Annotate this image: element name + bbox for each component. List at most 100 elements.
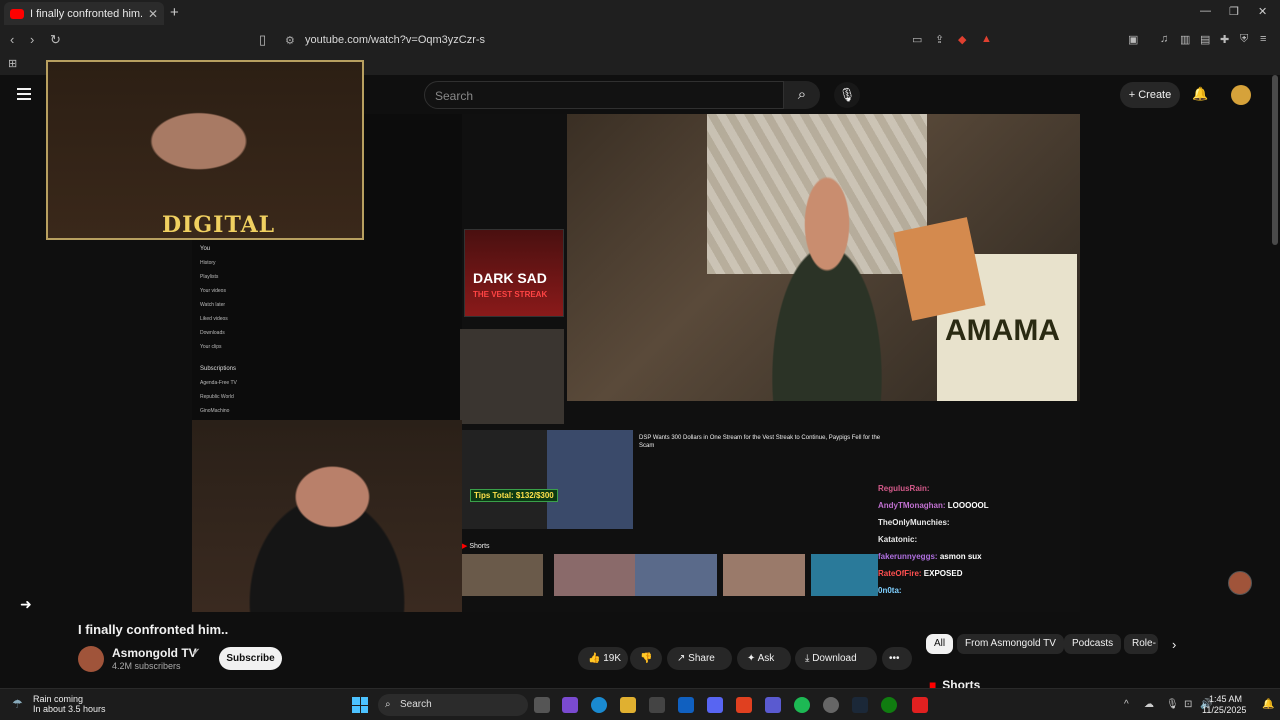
verified-badge-icon: ✔ — [192, 647, 201, 658]
share-button[interactable]: ↗ Share — [667, 647, 732, 670]
clock-date: 11/25/2025 — [1202, 705, 1247, 715]
menu-icon[interactable]: ≡ — [1260, 33, 1266, 45]
weather-widget[interactable]: Rain coming In about 3.5 hours — [33, 694, 106, 714]
settings-icon[interactable] — [823, 697, 839, 713]
wallet-icon[interactable]: ▣ — [1128, 33, 1138, 46]
site-info-icon[interactable]: ⚙ — [285, 34, 295, 47]
subscribe-button[interactable]: Subscribe — [219, 647, 282, 670]
notifications-bell-icon[interactable]: 🔔 — [1192, 86, 1208, 102]
stream-chat: RegulusRain: AndyTMonaghan: LOOOOOL TheO… — [878, 480, 1078, 599]
spotify-icon[interactable] — [794, 697, 810, 713]
chat-username: RegulusRain: — [878, 484, 930, 493]
shields-icon[interactable]: ◆ — [958, 33, 966, 46]
minimize-icon[interactable]: — — [1200, 5, 1211, 17]
close-tab-icon[interactable]: ✕ — [148, 7, 158, 21]
windows-start-icon[interactable] — [352, 697, 368, 713]
microphone-icon[interactable]: 🎙 — [834, 82, 860, 108]
chat-line: 0n0ta: — [878, 582, 1078, 599]
forward-icon[interactable]: › — [30, 32, 34, 47]
app-icon[interactable] — [912, 697, 928, 713]
browser-tab[interactable]: I finally confronted him... - YouTube ✕ — [4, 2, 164, 25]
chat-username: 0n0ta: — [878, 586, 902, 595]
floating-avatar[interactable] — [1228, 571, 1252, 595]
cast-icon[interactable]: ▭ — [912, 33, 922, 46]
embedded-shorts-label: Shorts — [462, 542, 489, 550]
network-icon[interactable]: ⊡ — [1184, 699, 1192, 710]
embedded-short-thumb — [461, 554, 543, 596]
page-scrollbar[interactable] — [1272, 75, 1278, 245]
taskbar-search[interactable]: Search — [378, 694, 528, 716]
dislike-button[interactable]: 👎 — [630, 647, 662, 670]
create-button[interactable]: + Create — [1120, 82, 1180, 108]
guide-menu-icon[interactable] — [17, 88, 31, 100]
more-actions-button[interactable]: ••• — [882, 647, 912, 670]
store-icon[interactable] — [649, 697, 665, 713]
embedded-thumbnail-tips — [461, 430, 633, 529]
mouse-cursor-icon: ➜ — [20, 596, 32, 612]
search-input[interactable]: Search — [424, 81, 784, 109]
copilot-icon[interactable] — [562, 697, 578, 713]
xbox-icon[interactable] — [881, 697, 897, 713]
extensions-icon[interactable]: ✚ — [1220, 33, 1229, 46]
address-bar[interactable]: ⚙ youtube.com/watch?v=Oqm3yzCzr-s — [255, 29, 1025, 51]
channel-avatar[interactable] — [78, 646, 104, 672]
notifications-icon[interactable]: 🔔 — [1262, 699, 1274, 710]
ask-label: Ask — [757, 653, 775, 664]
chip-all[interactable]: All — [926, 634, 954, 654]
leo-icon[interactable]: ▤ — [1200, 33, 1210, 46]
rewards-icon[interactable]: ▲ — [981, 33, 992, 45]
edge-icon[interactable] — [591, 697, 607, 713]
reload-icon[interactable]: ↻ — [50, 32, 61, 48]
vpn-icon[interactable]: ⛨ — [1240, 33, 1248, 46]
back-icon[interactable]: ‹ — [10, 32, 14, 47]
apps-grid-icon[interactable]: ⊞ — [8, 57, 17, 70]
chat-line: RegulusRain: — [878, 480, 1078, 497]
channel-name[interactable]: Asmongold TV — [112, 646, 197, 660]
account-avatar[interactable] — [1231, 85, 1251, 105]
search-icon[interactable]: ⌕ — [784, 81, 820, 109]
brave-icon[interactable] — [736, 697, 752, 713]
cloud-icon[interactable]: ☁ — [1144, 699, 1154, 710]
thumb-text: DARK SAD — [473, 270, 547, 286]
download-button[interactable]: ⤓ Download — [795, 647, 877, 670]
chat-line: fakerunnyeggs: asmon sux — [878, 548, 1078, 565]
overlay-brand-text: DIGITAL — [162, 212, 276, 238]
chat-username: RateOfFire: — [878, 569, 922, 578]
embedded-sidebar-item: Liked videos — [200, 316, 228, 322]
embedded-you-heading: You — [200, 246, 211, 252]
teams-icon[interactable] — [765, 697, 781, 713]
chat-message: LOOOOOL — [947, 501, 989, 510]
tray-chevron-icon[interactable]: ^ — [1124, 699, 1129, 710]
embedded-short-thumb — [554, 554, 636, 596]
file-explorer-icon[interactable] — [620, 697, 636, 713]
ask-button[interactable]: ✦ Ask — [737, 647, 791, 670]
outlook-icon[interactable] — [678, 697, 694, 713]
chevron-right-icon[interactable]: › — [1172, 637, 1176, 652]
chip-role[interactable]: Role- — [1124, 634, 1158, 654]
weather-icon[interactable]: ☂ — [12, 697, 23, 711]
tab-title: I finally confronted him... - YouTube — [30, 7, 142, 20]
discord-icon[interactable] — [707, 697, 723, 713]
chip-from-channel[interactable]: From Asmongold TV — [957, 634, 1064, 654]
new-tab-button[interactable]: + — [170, 4, 179, 21]
browser-toolbar: ‹ › ↻ ▯ ⚙ youtube.com/watch?v=Oqm3yzCzr-… — [0, 27, 1280, 53]
chat-line: Katatonic: — [878, 531, 1078, 548]
chat-message: asmon sux — [939, 552, 982, 561]
mic-tray-icon[interactable]: 🎙 — [1166, 699, 1179, 710]
close-window-icon[interactable]: ✕ — [1258, 5, 1267, 18]
chip-podcasts[interactable]: Podcasts — [1064, 634, 1122, 654]
sidebar-icon[interactable]: ▥ — [1180, 33, 1190, 46]
like-button[interactable]: 👍 19K — [578, 647, 628, 670]
browser-tab-bar: I finally confronted him... - YouTube ✕ … — [0, 0, 1280, 27]
embedded-thumbnail-2 — [460, 329, 564, 424]
thumb-subtext: THE VEST STREAK — [473, 290, 548, 299]
embedded-sub-item: Republic World — [200, 394, 234, 400]
task-view-icon[interactable] — [534, 697, 550, 713]
share-page-icon[interactable]: ⇪ — [935, 33, 944, 46]
clock[interactable]: 1:45 AM 11/25/2025 — [1202, 694, 1247, 716]
youtube-favicon-icon — [10, 8, 24, 19]
steam-icon[interactable] — [852, 697, 868, 713]
maximize-icon[interactable]: ❐ — [1229, 5, 1239, 18]
media-icon[interactable]: ♫ — [1160, 33, 1168, 45]
chat-username: fakerunnyeggs: — [878, 552, 938, 561]
